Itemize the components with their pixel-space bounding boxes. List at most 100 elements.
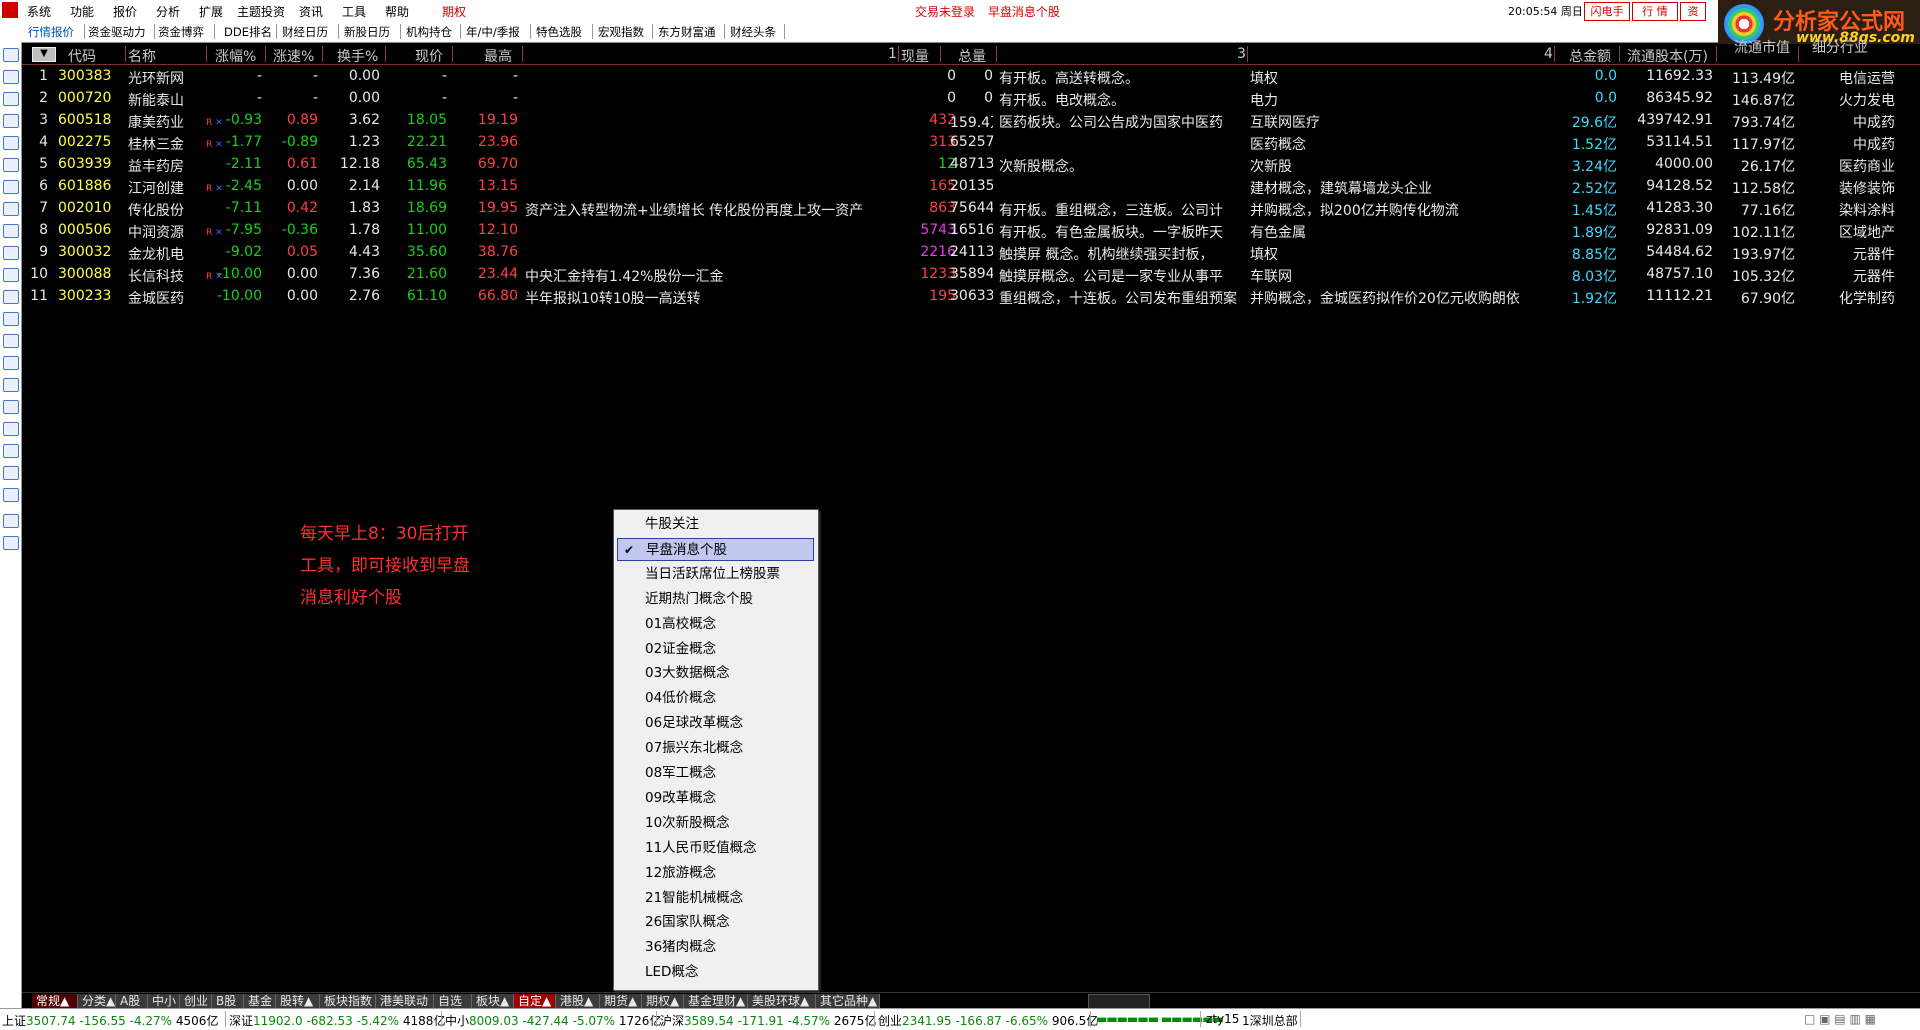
popup-item[interactable]: 11人民币贬值概念 (617, 837, 814, 860)
menu-quote[interactable]: 报价 (113, 3, 137, 20)
popup-item[interactable]: 02证金概念 (617, 638, 814, 661)
market-tab[interactable]: 美股环球▲ (748, 994, 816, 1008)
flash-trade-button[interactable]: 闪电手 (1584, 2, 1630, 21)
header-high[interactable]: 最高 (484, 46, 512, 66)
grid-view-icon[interactable] (3, 444, 19, 458)
table-row[interactable]: 6 601886 江河创建 R ✕ -2.45 0.00 2.14 11.96 13.15 165… (22, 176, 1920, 198)
header-amount[interactable]: 总金额 (1569, 46, 1611, 66)
tab-fund-game[interactable]: 资金博弈 (158, 24, 204, 40)
sz-index[interactable]: 深证11902.0 -682.53 -5.42% 4188亿 (229, 1012, 445, 1029)
popup-item[interactable]: 01高校概念 (617, 613, 814, 636)
market-tab[interactable]: 期权▲ (642, 994, 684, 1008)
header-name[interactable]: 名称 (128, 46, 156, 66)
list-icon[interactable] (3, 114, 19, 128)
table-row[interactable]: 4 002275 桂林三金 R ✕ -1.77 -0.89 1.23 22.21 23.96 31… (22, 132, 1920, 154)
calc-icon[interactable] (3, 268, 19, 282)
info-button[interactable]: 资 (1680, 2, 1706, 21)
etf-icon[interactable] (3, 466, 19, 480)
header-change-pct[interactable]: 涨幅% (215, 46, 256, 66)
popup-item[interactable]: 当日活跃席位上榜股票 (617, 563, 814, 586)
sme-index[interactable]: 中小8009.03 -427.44 -5.07% 1726亿 (445, 1012, 661, 1029)
menu-extend[interactable]: 扩展 (199, 3, 223, 20)
market-tab[interactable]: 自选 (434, 994, 472, 1008)
sort-dropdown-button[interactable]: ▼ (32, 47, 56, 62)
market-tab[interactable]: 港股▲ (556, 994, 600, 1008)
market-tab[interactable]: 股转▲ (276, 994, 320, 1008)
back-icon[interactable] (3, 48, 19, 62)
market-button[interactable]: 行 情 (1632, 2, 1678, 21)
header-col1[interactable]: 1 (888, 46, 897, 62)
market-tab[interactable]: 基金 (244, 994, 276, 1008)
popup-item[interactable]: LED概念 (617, 961, 814, 984)
menu-help[interactable]: 帮助 (385, 3, 409, 20)
tab-featured-picks[interactable]: 特色选股 (536, 24, 582, 40)
table-icon[interactable] (3, 180, 19, 194)
menu-news[interactable]: 资讯 (299, 3, 323, 20)
folder-icon[interactable] (3, 400, 19, 414)
filter-icon[interactable] (3, 312, 19, 326)
menu-system[interactable]: 系统 (27, 3, 51, 20)
f10-icon[interactable] (3, 224, 19, 238)
tab-macro-index[interactable]: 宏观指数 (598, 24, 644, 40)
market-tab[interactable]: 分类▲ (78, 994, 116, 1008)
tab-finance-headlines[interactable]: 财经头条 (730, 24, 776, 40)
search-icon[interactable] (3, 334, 19, 348)
window-controls-icon[interactable]: □ ▣ ▤ ▥ ▦ (1804, 1012, 1876, 1026)
market-tab[interactable]: 期货▲ (600, 994, 642, 1008)
table-row[interactable]: 11 300233 金城医药 -10.00 0.00 2.76 61.10 66.80 半年报拟… (22, 286, 1920, 308)
header-col3[interactable]: 3 (1237, 46, 1246, 62)
market-tab[interactable]: 板块▲ (472, 994, 514, 1008)
header-industry[interactable]: 细分行业 (1812, 37, 1868, 57)
menu-options[interactable]: 期权 (442, 3, 466, 20)
popup-item[interactable]: 26国家队概念 (617, 911, 814, 934)
print-icon[interactable] (3, 514, 19, 528)
gem-index[interactable]: 创业2341.95 -166.87 -6.65% 906.5亿 (878, 1012, 1098, 1029)
popup-item[interactable]: 36猪肉概念 (617, 936, 814, 959)
report-icon[interactable] (3, 202, 19, 216)
header-turnover[interactable]: 换手% (337, 46, 378, 66)
popup-item[interactable]: 08军工概念 (617, 762, 814, 785)
market-tab[interactable]: 板块指数 (320, 994, 376, 1008)
header-vol-total[interactable]: 总量 (958, 46, 986, 66)
market-tab[interactable]: 基金理财▲ (684, 994, 748, 1008)
market-tab[interactable]: 港美联动 (376, 994, 434, 1008)
sh-index[interactable]: 上证3507.74 -156.55 -4.27% 4506亿 (2, 1012, 218, 1029)
table-row[interactable]: 1 300383 光环新网 - - 0.00 - - 0 0 有开板。高送转概念。 填权 0.0 1169… (22, 66, 1920, 88)
market-tab[interactable]: 常规▲ (32, 994, 78, 1008)
table-row[interactable]: 5 603939 益丰药房 -2.11 0.61 12.18 65.43 69.70 12 487… (22, 154, 1920, 176)
table-row[interactable]: 7 002010 传化股份 -7.11 0.42 1.83 18.69 19.95 资产注入转型… (22, 198, 1920, 220)
market-tab[interactable]: 创业 (180, 994, 212, 1008)
tab-fund-driver[interactable]: 资金驱动力 (88, 24, 146, 40)
popup-item[interactable]: 09改革概念 (617, 787, 814, 810)
header-price[interactable]: 现价 (415, 46, 443, 66)
market-tab[interactable]: 中小 (148, 994, 180, 1008)
market-tab[interactable]: 自定▲ (514, 994, 556, 1008)
popup-item[interactable]: 21智能机械概念 (617, 887, 814, 910)
alert-icon[interactable] (3, 356, 19, 370)
tab-dde-rank[interactable]: DDE排名 (224, 24, 272, 40)
market-tab[interactable]: 其它品种▲ (816, 994, 880, 1008)
table-row[interactable]: 8 000506 中润资源 R ✕ -7.95 -0.36 1.78 11.00 12.10 57… (22, 220, 1920, 242)
table-row[interactable]: 2 000720 新能泰山 - - 0.00 - - 0 0 有开板。电改概念。 电力 0.0 86345… (22, 88, 1920, 110)
header-float-shares[interactable]: 流通股本(万) (1627, 46, 1708, 66)
popup-item[interactable]: 04低价概念 (617, 687, 814, 710)
down-icon[interactable] (3, 92, 19, 106)
menu-analysis[interactable]: 分析 (156, 3, 180, 20)
chart-icon[interactable] (3, 158, 19, 172)
popup-item[interactable]: 06足球改革概念 (617, 712, 814, 735)
plugin-icon[interactable] (3, 536, 19, 550)
table-row[interactable]: 3 600518 康美药业 R ✕ -0.93 0.89 3.62 18.05 19.19 432… (22, 110, 1920, 132)
menu-theme-invest[interactable]: 主题投资 (237, 3, 285, 20)
menu-tools[interactable]: 工具 (342, 3, 366, 20)
table-row[interactable]: 9 300032 金龙机电 -9.02 0.05 4.43 35.60 38.76 2216 24… (22, 242, 1920, 264)
popup-item[interactable]: 07振兴东北概念 (617, 737, 814, 760)
header-float-mv[interactable]: 流通市值 (1734, 37, 1790, 57)
up-icon[interactable] (3, 70, 19, 84)
market-tab[interactable]: B股 (212, 994, 244, 1008)
tab-eastmoney[interactable]: 东方财富通 (658, 24, 716, 40)
tab-institution[interactable]: 机构持仓 (406, 24, 452, 40)
popup-item[interactable]: 10次新股概念 (617, 812, 814, 835)
header-code[interactable]: 代码 (68, 46, 96, 66)
tab-quotes[interactable]: 行情报价 (28, 24, 74, 40)
settings-icon[interactable] (3, 378, 19, 392)
